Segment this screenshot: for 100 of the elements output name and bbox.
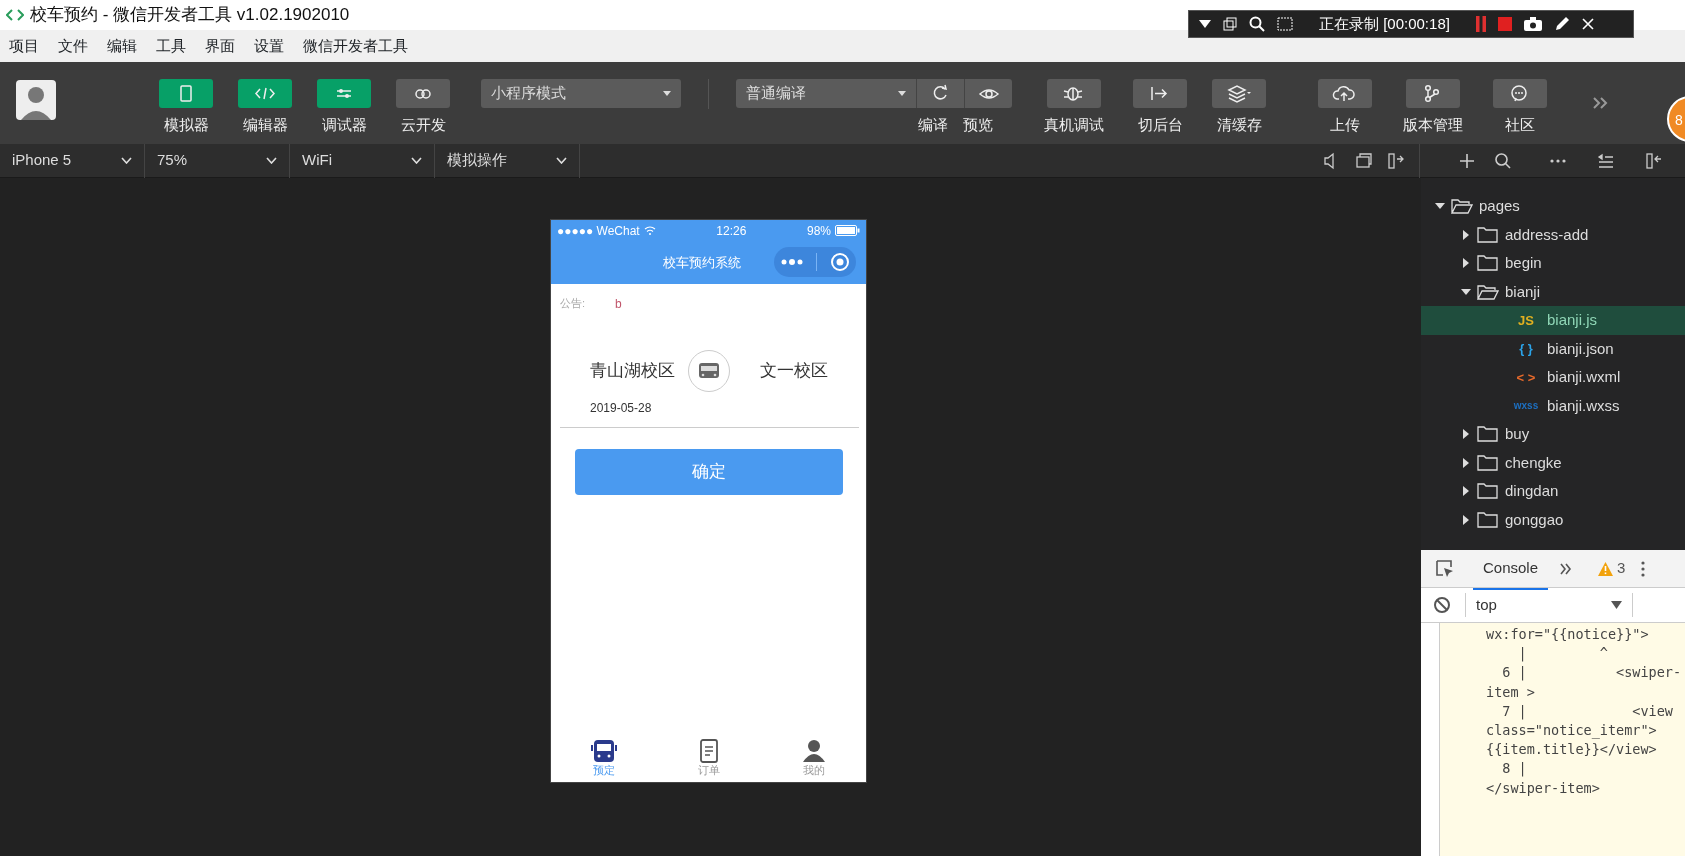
folder-name: chengke [1505, 452, 1562, 473]
search-icon[interactable] [1494, 151, 1512, 170]
more-icon [780, 258, 803, 266]
folder-item[interactable]: pages [1421, 192, 1685, 221]
toolbar-label: 编译 [918, 115, 948, 135]
capsule-menu[interactable] [774, 247, 856, 277]
campus-to[interactable]: 文一校区 [760, 358, 828, 384]
menu-item[interactable]: 文件 [49, 34, 98, 58]
window-icon[interactable] [1355, 151, 1373, 170]
folder-icon [1477, 511, 1499, 528]
folder-item[interactable]: dingdan [1421, 477, 1685, 506]
bus-icon [590, 738, 617, 764]
toolbar-button[interactable] [1318, 79, 1372, 108]
compile-action-button[interactable] [964, 79, 1012, 108]
folder-item[interactable]: address-add [1421, 220, 1685, 249]
panel-toggle-button[interactable] [317, 79, 371, 108]
notice-label: 公告: [560, 296, 586, 311]
console-tab[interactable]: Console [1473, 547, 1549, 590]
search-icon[interactable] [1249, 16, 1265, 32]
outdent-icon[interactable] [1597, 151, 1615, 170]
page-title: 校车预约系统 [663, 253, 741, 272]
target-icon [829, 252, 850, 272]
code-icon [6, 8, 24, 22]
camera-icon[interactable] [1523, 17, 1542, 31]
double-chevron-icon[interactable] [1592, 96, 1608, 110]
folder-item[interactable]: gonggao [1421, 505, 1685, 534]
collapse-icon[interactable] [1645, 151, 1663, 170]
device-select[interactable]: WiFi [290, 143, 435, 178]
file-item[interactable]: JS bianji.js [1421, 306, 1685, 335]
panel-toggle-button[interactable] [396, 79, 450, 108]
region-icon[interactable] [1277, 17, 1293, 31]
avatar-icon[interactable] [16, 80, 56, 120]
device-select[interactable]: 模拟操作 [435, 143, 580, 178]
folder-item[interactable]: chengke [1421, 448, 1685, 477]
menu-item[interactable]: 项目 [0, 34, 49, 58]
date-text[interactable]: 2019-05-28 [590, 399, 652, 417]
panel-toggle-button[interactable] [159, 79, 213, 108]
folder-icon [1477, 426, 1499, 443]
inspect-icon[interactable] [1435, 558, 1455, 579]
file-item[interactable]: wxss bianji.wxss [1421, 391, 1685, 420]
menu-item[interactable]: 微信开发者工具 [294, 34, 418, 58]
stop-icon[interactable] [1497, 17, 1512, 31]
context-select[interactable]: top [1465, 593, 1633, 617]
clear-icon[interactable] [1433, 596, 1451, 614]
toolbar-button[interactable] [1406, 79, 1460, 108]
compile-select[interactable]: 普通编译 [736, 79, 916, 108]
kebab-icon[interactable] [1641, 560, 1646, 577]
windows-icon[interactable] [1223, 17, 1237, 31]
menu-item[interactable]: 界面 [196, 34, 245, 58]
toolbar-label: 切后台 [1137, 115, 1183, 135]
folder-item[interactable]: begin [1421, 249, 1685, 278]
close-icon[interactable] [1581, 18, 1594, 30]
compile-action-button[interactable] [916, 79, 964, 108]
double-chevron-icon[interactable] [1560, 562, 1573, 575]
menu-item[interactable]: 工具 [147, 34, 196, 58]
menu-item[interactable]: 设置 [245, 34, 294, 58]
toolbar-button[interactable] [1212, 79, 1266, 108]
folder-icon [1477, 226, 1499, 243]
warning-icon [1598, 561, 1614, 576]
toolbar-label: 版本管理 [1403, 115, 1463, 135]
campus-from[interactable]: 青山湖校区 [590, 358, 675, 384]
file-item[interactable]: { } bianji.json [1421, 334, 1685, 363]
expanded-arrow-icon [1461, 286, 1471, 297]
plus-icon[interactable] [1458, 151, 1476, 170]
folder-item[interactable]: buy [1421, 420, 1685, 449]
toolbar-button[interactable] [1493, 79, 1547, 108]
layers-icon [1226, 83, 1252, 104]
device-select[interactable]: 75% [145, 143, 290, 178]
tab-label: 订单 [697, 764, 720, 777]
warning-count[interactable]: 3 [1617, 557, 1626, 580]
tab-label: 我的 [802, 764, 825, 777]
collapsed-arrow-icon [1461, 514, 1471, 525]
file-name: bianji.js [1547, 310, 1598, 330]
toolbar-button[interactable] [1133, 79, 1187, 108]
file-name: bianji.wxss [1547, 395, 1620, 416]
console-line: class="notice_itemr"> [1486, 721, 1658, 741]
select-value: WiFi [302, 150, 332, 171]
folder-icon [1477, 454, 1499, 471]
toolbar-label: 云开发 [400, 115, 446, 135]
bus-switch-icon[interactable] [687, 349, 731, 393]
menu-item[interactable]: 编辑 [98, 34, 147, 58]
folder-name: bianji [1505, 281, 1541, 302]
chevron-icon [556, 157, 567, 164]
collapsed-arrow-icon [1461, 486, 1471, 497]
file-name: bianji.wxml [1547, 367, 1621, 387]
mode-select[interactable]: 小程序模式 [481, 79, 681, 108]
toolbar-button[interactable] [1047, 79, 1101, 108]
detach-icon[interactable] [1387, 151, 1405, 170]
pause-icon[interactable] [1475, 16, 1486, 32]
folder-name: gonggao [1505, 509, 1564, 530]
notice-text: b [615, 296, 622, 313]
toolbar-label: 上传 [1330, 115, 1360, 135]
file-item[interactable]: < > bianji.wxml [1421, 363, 1685, 392]
toolbar-label: 编辑器 [242, 115, 288, 135]
device-select[interactable]: iPhone 5 [0, 143, 145, 178]
folder-item[interactable]: bianji [1421, 277, 1685, 306]
console-line: wx:for="{{notice}}"> [1486, 625, 1650, 644]
pencil-icon[interactable] [1553, 16, 1570, 32]
panel-toggle-button[interactable] [238, 79, 292, 108]
select-value: 75% [157, 150, 188, 171]
